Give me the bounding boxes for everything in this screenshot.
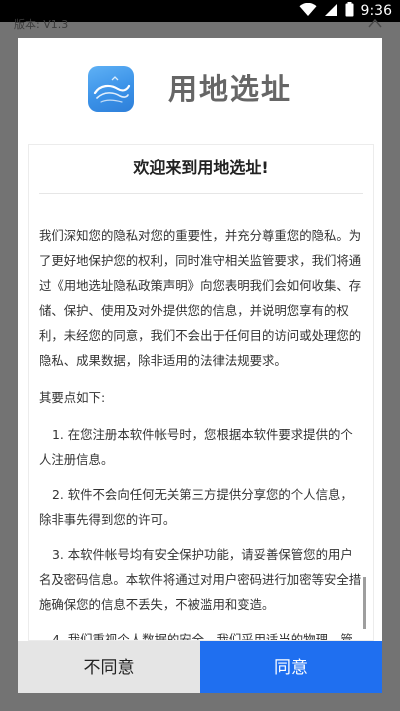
background-share-icon: [368, 18, 382, 31]
wifi-icon: [299, 2, 317, 21]
battery-icon: [345, 1, 354, 21]
policy-point: 4. 我们重视个人数据的安全。我们采用适当的物理、管理和技术保障措施来保护您的个…: [52, 632, 353, 641]
agree-button-label: 同意: [274, 658, 308, 677]
app-title: 用地选址: [168, 72, 293, 106]
policy-text: 我们深知您的隐私对您的重要性，并充分尊重您的隐私。为了更好地保护您的权利，同时准…: [39, 223, 365, 641]
welcome-heading: 欢迎来到用地选址!: [133, 158, 269, 177]
dialog-header: 用地选址: [18, 38, 382, 138]
app-logo-icon: [88, 66, 134, 112]
policy-point: 2. 软件不会向任何无关第三方提供分享您的个人信息，除非事先得到您的许可。: [39, 487, 353, 527]
policy-content-card[interactable]: 欢迎来到用地选址! 我们深知您的隐私对您的重要性，并充分尊重您的隐私。为了更好地…: [28, 144, 374, 641]
agree-button[interactable]: 同意: [200, 641, 382, 693]
privacy-dialog: 用地选址 欢迎来到用地选址! 我们深知您的隐私对您的重要性，并充分尊重您的隐私。…: [18, 38, 382, 693]
divider: [39, 193, 363, 194]
reject-button-label: 不同意: [83, 658, 135, 677]
policy-intro: 我们深知您的隐私对您的重要性，并充分尊重您的隐私。为了更好地保护您的权利，同时准…: [39, 228, 362, 368]
key-points-title: 其要点如下:: [39, 390, 106, 405]
policy-point: 3. 本软件帐号均有安全保护功能，请妥善保管您的用户名及密码信息。本软件将通过对…: [39, 547, 362, 612]
scrollbar[interactable]: [363, 577, 366, 629]
screen: 9:36 版本: V1.3 用地选址 欢迎来到用地选址! 我们深知您的隐私对您的…: [0, 0, 400, 711]
policy-point: 1. 在您注册本软件帐号时，您根据本软件要求提供的个人注册信息。: [39, 427, 353, 467]
signal-icon: [324, 2, 338, 21]
reject-button[interactable]: 不同意: [18, 641, 200, 693]
background-version-label: 版本: V1.3: [14, 18, 69, 31]
